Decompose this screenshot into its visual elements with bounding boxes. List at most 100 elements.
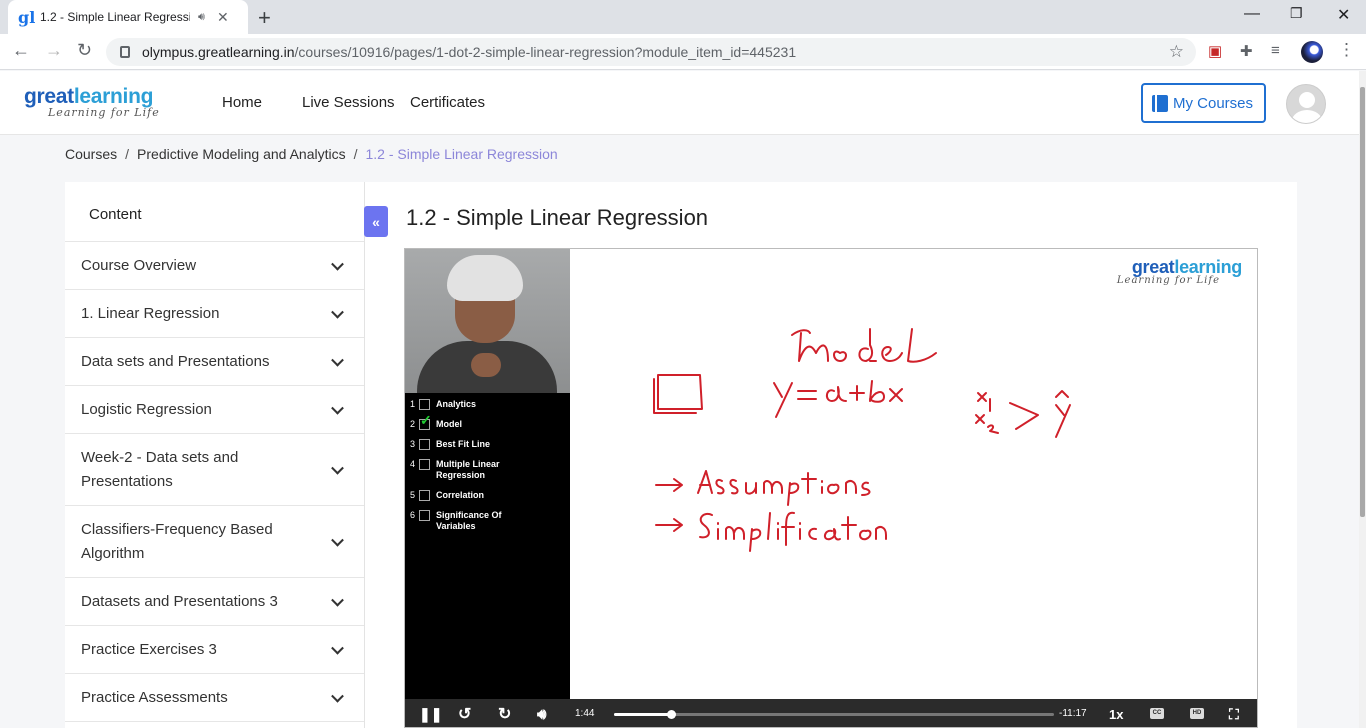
topic-item: 3 Best Fit Line — [410, 439, 570, 450]
chevron-down-icon — [331, 461, 344, 475]
seek-bar[interactable] — [614, 710, 1054, 719]
browser-tab[interactable]: gl 1.2 - Simple Linear Regressio 🔊︎ ✕ — [8, 0, 248, 34]
lock-icon — [120, 46, 130, 58]
checkbox-icon — [419, 399, 430, 410]
captions-icon[interactable]: CC — [1150, 708, 1164, 719]
pocket-extension-icon[interactable]: ▣ — [1208, 42, 1222, 60]
book-icon — [1152, 94, 1168, 112]
new-tab-icon[interactable]: + — [258, 5, 271, 31]
chevron-down-icon — [331, 305, 344, 319]
checkbox-icon — [419, 510, 430, 521]
site-favicon-icon: gl — [18, 7, 36, 27]
sidebar-item-label: 1. Linear Regression — [81, 304, 220, 322]
sidebar-item-label: Classifiers-Frequency Based Algorithm — [81, 520, 273, 562]
topic-number: 1 — [410, 399, 416, 409]
topic-label: Model — [436, 419, 462, 429]
page-scrollbar[interactable] — [1359, 71, 1366, 728]
topic-number: 5 — [410, 490, 416, 500]
elapsed-time: 1:44 — [575, 708, 595, 719]
my-courses-button[interactable]: My Courses — [1141, 83, 1266, 123]
topic-item: 6 Significance Of Variables — [410, 510, 570, 532]
tab-audio-icon[interactable]: 🔊︎ — [198, 11, 205, 24]
whiteboard: greatlearning Learning for Life — [570, 249, 1257, 699]
topic-label: Best Fit Line — [436, 439, 491, 449]
sidebar-item-datasets-3[interactable]: Datasets and Presentations 3 — [65, 578, 364, 626]
volume-icon[interactable]: 🔊︎ — [537, 706, 546, 723]
back-icon[interactable]: ← — [12, 40, 30, 61]
sidebar-item-course-overview[interactable]: Course Overview — [65, 242, 364, 290]
sidebar-item-practice-exercises[interactable]: Practice Exercises 3 — [65, 626, 364, 674]
reload-icon[interactable]: ↻ — [77, 40, 92, 61]
sidebar-item-label: Data sets and Presentations — [81, 352, 270, 370]
sidebar-item-label: Logistic Regression — [81, 400, 212, 418]
breadcrumb: Courses / Predictive Modeling and Analyt… — [65, 146, 558, 162]
collapse-sidebar-button[interactable]: « — [364, 206, 388, 237]
checkbox-icon — [419, 490, 430, 501]
url-path: /courses/10916/pages/1-dot-2-simple-line… — [294, 44, 797, 60]
scrollbar-thumb[interactable] — [1360, 87, 1365, 517]
breadcrumb-courses[interactable]: Courses — [65, 146, 117, 162]
video-side-pane: 1 Analytics 2 Model 3 Best Fit Line 4 Mu… — [405, 249, 570, 699]
forward-10-icon[interactable]: ↻ — [498, 704, 511, 724]
topic-label: Significance Of Variables — [436, 510, 502, 531]
chevron-down-icon — [331, 689, 344, 703]
nav-home[interactable]: Home — [222, 94, 262, 111]
topic-label: Analytics — [436, 399, 477, 409]
extensions-puzzle-icon[interactable]: ✚ — [1240, 42, 1253, 60]
chevron-down-icon — [331, 401, 344, 415]
sidebar-title: Content — [65, 182, 364, 242]
rewind-10-icon[interactable]: ↺ — [458, 704, 471, 724]
greatlearning-logo[interactable]: greatlearning Learning for Life — [24, 85, 160, 119]
nav-certificates[interactable]: Certificates — [410, 94, 485, 111]
forward-icon[interactable]: → — [45, 40, 63, 61]
chevron-down-icon — [331, 641, 344, 655]
handwritten-notes-drawing — [653, 328, 1071, 552]
checkmark-icon — [419, 415, 432, 430]
chevron-down-icon — [331, 593, 344, 607]
topic-item: 4 Multiple Linear Regression — [410, 459, 570, 481]
window-close-icon[interactable]: ✕ — [1337, 5, 1350, 25]
sidebar-item-label: Practice Assessments — [81, 688, 228, 706]
topic-item: 1 Analytics — [410, 399, 570, 410]
media-control-icon[interactable]: ≡ — [1271, 42, 1280, 59]
sidebar-item-practice-assessments[interactable]: Practice Assessments — [65, 674, 364, 722]
nav-live-sessions[interactable]: Live Sessions — [302, 94, 395, 111]
sidebar-item-label: Practice Exercises 3 — [81, 640, 217, 658]
browser-menu-icon[interactable]: ⋮ — [1338, 40, 1355, 60]
sidebar-item-data-sets[interactable]: Data sets and Presentations — [65, 338, 364, 386]
seek-bar-played — [614, 713, 672, 716]
playback-speed-button[interactable]: 1x — [1109, 707, 1123, 722]
pause-icon[interactable]: ❚❚ — [419, 706, 442, 723]
tab-close-icon[interactable]: ✕ — [217, 9, 229, 26]
logo-word-great: great — [24, 85, 74, 108]
topic-label: Correlation — [436, 490, 485, 500]
breadcrumb-module[interactable]: Predictive Modeling and Analytics — [137, 146, 346, 162]
sidebar-item-label: Datasets and Presentations 3 — [81, 592, 278, 610]
checkbox-icon — [419, 459, 430, 470]
chevron-down-icon — [331, 353, 344, 367]
topic-item: 5 Correlation — [410, 490, 570, 501]
my-courses-label: My Courses — [1173, 94, 1254, 112]
topic-number: 3 — [410, 439, 416, 449]
browser-profile-avatar[interactable] — [1301, 41, 1323, 63]
user-avatar[interactable] — [1286, 84, 1326, 124]
fullscreen-icon[interactable]: ⛶ — [1229, 706, 1239, 723]
sidebar-item-week2[interactable]: Week-2 - Data sets and Presentations — [65, 434, 364, 506]
topic-number: 4 — [410, 459, 416, 469]
minimize-icon[interactable]: — — [1244, 5, 1260, 23]
seek-bar-handle[interactable] — [667, 710, 677, 719]
bookmark-star-icon[interactable]: ☆ — [1169, 42, 1184, 62]
browser-tab-strip: gl 1.2 - Simple Linear Regressio 🔊︎ ✕ + … — [0, 0, 1366, 34]
logo-word-learning: learning — [73, 85, 154, 108]
address-bar[interactable]: olympus.greatlearning.in /courses/10916/… — [106, 38, 1196, 66]
restore-icon[interactable]: ❐ — [1290, 5, 1303, 22]
content-sidebar: Content Course Overview 1. Linear Regres… — [65, 182, 365, 728]
topic-item: 2 Model — [410, 415, 570, 430]
sidebar-item-label: Course Overview — [81, 256, 197, 274]
sidebar-item-classifiers[interactable]: Classifiers-Frequency Based Algorithm — [65, 506, 364, 578]
hd-quality-icon[interactable]: HD — [1190, 708, 1204, 719]
sidebar-item-label: Week-2 - Data sets and Presentations — [81, 448, 239, 490]
sidebar-item-logistic-regression[interactable]: Logistic Regression — [65, 386, 364, 434]
sidebar-item-linear-regression[interactable]: 1. Linear Regression — [65, 290, 364, 338]
video-player[interactable]: 1 Analytics 2 Model 3 Best Fit Line 4 Mu… — [404, 248, 1258, 728]
